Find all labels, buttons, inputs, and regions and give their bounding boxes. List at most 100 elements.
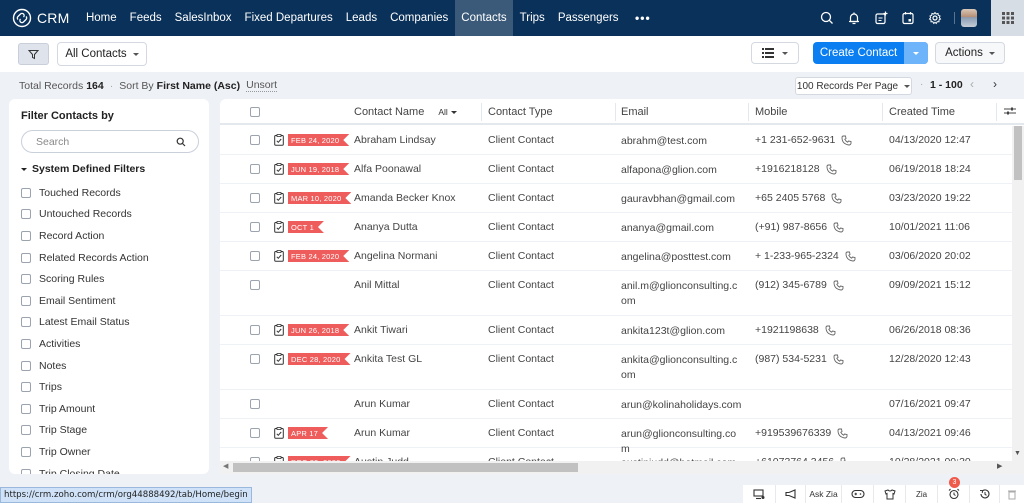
contact-name-link[interactable]: Arun Kumar — [354, 390, 410, 418]
filter-item[interactable]: Email Sentiment — [21, 290, 149, 312]
table-row[interactable]: JUN 26, 2018 Ankit Tiwari Client Contact an… — [220, 316, 1012, 345]
row-checkbox[interactable] — [250, 428, 260, 438]
mobile-cell[interactable]: +919539676339 — [755, 427, 831, 439]
shirt-icon[interactable] — [873, 485, 905, 503]
filter-checkbox[interactable] — [21, 360, 31, 371]
phone-icon[interactable] — [845, 251, 856, 262]
table-row[interactable]: OCT 1 Ananya Dutta Client Contact ananya@gm… — [220, 213, 1012, 242]
mobile-cell[interactable]: +1 231-652-9631 — [755, 134, 835, 146]
task-icon[interactable] — [274, 353, 284, 368]
bell-icon[interactable] — [842, 0, 866, 36]
ask-zia-button[interactable]: Ask Zia — [805, 485, 841, 503]
table-row[interactable]: FEB 24, 2020 Angelina Normani Client Conta… — [220, 242, 1012, 271]
email-cell[interactable]: alfapona@glion.com — [621, 155, 743, 183]
filter-checkbox[interactable] — [21, 295, 31, 306]
table-row[interactable]: JUN 19, 2018 Alfa Poonawal Client Contact a… — [220, 155, 1012, 184]
scroll-down-arrow[interactable]: ▼ — [1014, 450, 1021, 457]
next-page-button[interactable]: › — [993, 77, 997, 91]
task-due-tag[interactable]: DEC 28, 2020 — [288, 353, 351, 365]
filter-item[interactable]: Scoring Rules — [21, 268, 149, 290]
email-cell[interactable]: ankita@glionconsulting.com — [621, 345, 743, 381]
filter-item[interactable]: Trip Amount — [21, 398, 149, 420]
calendar-icon[interactable] — [896, 0, 920, 36]
column-created-time[interactable]: Created Time — [889, 99, 955, 125]
task-due-tag[interactable]: JUN 26, 2018 — [288, 324, 349, 336]
gamepad-icon[interactable] — [841, 485, 873, 503]
filter-checkbox[interactable] — [21, 468, 31, 474]
task-icon[interactable] — [274, 192, 284, 207]
mobile-cell[interactable]: +1916218128 — [755, 163, 820, 175]
contact-name-link[interactable]: Arun Kumar — [354, 419, 410, 447]
create-contact-dropdown[interactable] — [904, 42, 928, 64]
column-settings-icon[interactable] — [1004, 106, 1016, 119]
nav-tab-passengers[interactable]: Passengers — [551, 0, 625, 36]
search-icon[interactable] — [815, 0, 839, 36]
alarm-clock-icon[interactable]: 3 — [937, 477, 969, 503]
filter-item[interactable]: Trips — [21, 376, 149, 398]
email-cell[interactable]: arun@glionconsulting.com — [621, 419, 743, 455]
filter-item[interactable]: Activities — [21, 333, 149, 355]
filter-item[interactable]: Related Records Action — [21, 247, 149, 269]
new-note-icon[interactable] — [869, 0, 893, 36]
task-due-tag[interactable]: OCT 1 — [288, 221, 324, 233]
scroll-right-arrow[interactable]: ▶ — [997, 462, 1002, 470]
filter-item[interactable]: Trip Stage — [21, 420, 149, 442]
filter-checkbox[interactable] — [21, 187, 31, 198]
system-defined-filters-toggle[interactable]: System Defined Filters — [21, 163, 145, 175]
phone-icon[interactable] — [837, 428, 848, 439]
task-due-tag[interactable]: JUN 19, 2018 — [288, 163, 349, 175]
select-all-checkbox[interactable] — [250, 107, 260, 117]
vertical-scroll-thumb[interactable] — [1014, 126, 1022, 180]
scroll-left-arrow[interactable]: ◀ — [223, 462, 228, 470]
table-row[interactable]: Anil Mittal Client Contact anil.m@glioncon… — [220, 271, 1012, 316]
user-avatar[interactable] — [961, 9, 977, 27]
contact-name-link[interactable]: Ankit Tiwari — [354, 316, 408, 344]
screen-share-icon[interactable] — [743, 485, 775, 503]
table-row[interactable]: FEB 24, 2020 Abraham Lindsay Client Contac… — [220, 126, 1012, 155]
nav-tab-leads[interactable]: Leads — [339, 0, 383, 36]
row-checkbox[interactable] — [250, 399, 260, 409]
row-checkbox[interactable] — [250, 325, 260, 335]
column-mobile[interactable]: Mobile — [755, 99, 787, 125]
contact-name-link[interactable]: Abraham Lindsay — [354, 126, 436, 154]
filter-item[interactable]: Trip Closing Date — [21, 463, 149, 474]
filter-item[interactable]: Touched Records — [21, 182, 149, 204]
email-cell[interactable]: abrahm@test.com — [621, 126, 743, 154]
actions-button[interactable]: Actions — [935, 42, 1005, 64]
horizontal-scrollbar[interactable]: ◀ ▶ — [220, 461, 1024, 474]
phone-icon[interactable] — [833, 222, 844, 233]
contact-name-link[interactable]: Ananya Dutta — [354, 213, 418, 241]
email-cell[interactable]: ankita123t@glion.com — [621, 316, 743, 344]
phone-icon[interactable] — [833, 354, 844, 365]
task-due-tag[interactable]: APR 17 — [288, 427, 328, 439]
filter-item[interactable]: Untouched Records — [21, 204, 149, 226]
nav-tab-fixed-departures[interactable]: Fixed Departures — [238, 0, 339, 36]
phone-icon[interactable] — [841, 135, 852, 146]
table-row[interactable]: Arun Kumar Client Contact arun@kolinaholid… — [220, 390, 1012, 419]
filter-checkbox[interactable] — [21, 209, 31, 220]
email-cell[interactable]: angelina@posttest.com — [621, 242, 743, 270]
previous-page-button[interactable]: ‹ — [970, 77, 974, 91]
mobile-cell[interactable]: (912) 345-6789 — [755, 279, 827, 291]
column-contact-name[interactable]: Contact Name All — [354, 99, 457, 125]
row-checkbox[interactable] — [250, 222, 260, 232]
email-cell[interactable]: gauravbhan@gmail.com — [621, 184, 743, 212]
more-tabs-button[interactable]: ••• — [625, 11, 661, 25]
task-icon[interactable] — [274, 324, 284, 339]
mobile-cell[interactable]: (+91) 987-8656 — [755, 221, 827, 233]
filter-toggle-button[interactable] — [18, 43, 49, 65]
nav-tab-feeds[interactable]: Feeds — [123, 0, 168, 36]
create-contact-button[interactable]: Create Contact — [813, 42, 904, 64]
phone-icon[interactable] — [833, 280, 844, 291]
email-cell[interactable]: anil.m@glionconsulting.com — [621, 271, 743, 307]
filter-item[interactable]: Trip Owner — [21, 441, 149, 463]
filter-checkbox[interactable] — [21, 252, 31, 263]
task-icon[interactable] — [274, 134, 284, 149]
nav-tab-contacts[interactable]: Contacts — [454, 0, 514, 36]
row-checkbox[interactable] — [250, 280, 260, 290]
filter-checkbox[interactable] — [21, 338, 31, 349]
megaphone-icon[interactable] — [775, 485, 805, 503]
nav-tab-companies[interactable]: Companies — [384, 0, 455, 36]
task-icon[interactable] — [274, 221, 284, 236]
filter-checkbox[interactable] — [21, 230, 31, 241]
